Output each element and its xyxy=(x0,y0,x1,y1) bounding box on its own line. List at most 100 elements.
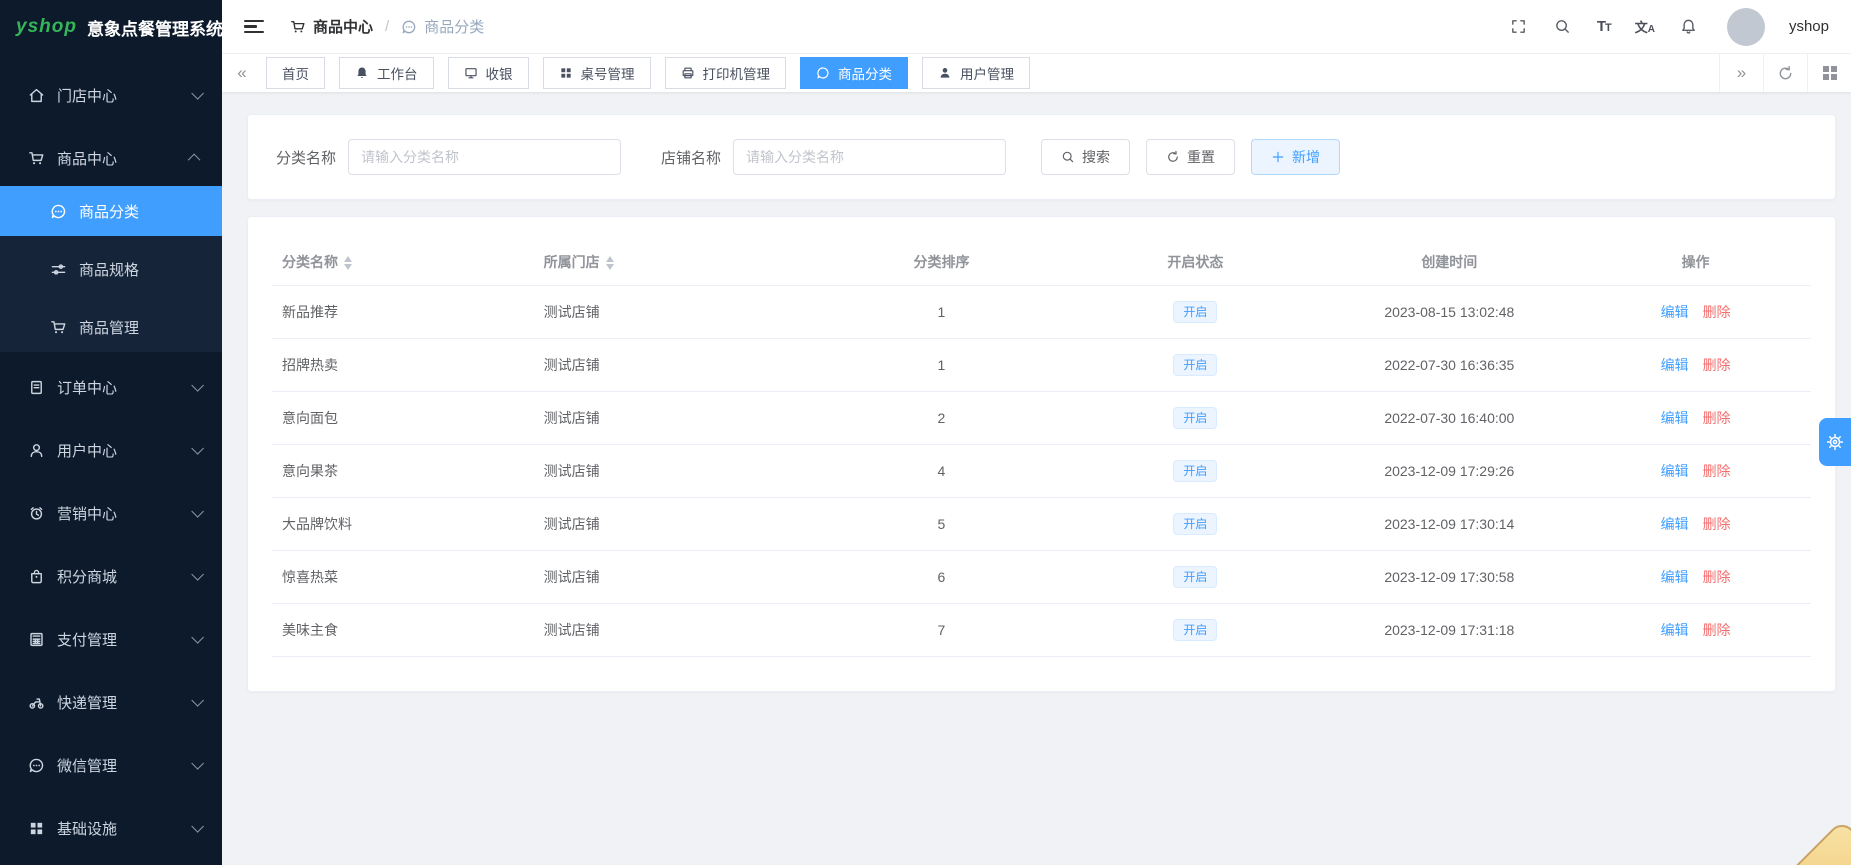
grid-icon xyxy=(28,820,45,837)
add-button[interactable]: 新增 xyxy=(1251,139,1340,175)
cell-created: 2023-12-09 17:30:14 xyxy=(1319,498,1581,551)
delete-link[interactable]: 删除 xyxy=(1703,463,1731,479)
tab-workbench[interactable]: 工作台 xyxy=(339,57,434,89)
tabs-scroll-right-icon[interactable]: » xyxy=(1719,54,1763,92)
chevron-down-icon xyxy=(191,631,204,644)
bell-icon[interactable] xyxy=(1679,17,1699,37)
tab-printer-manage[interactable]: 打印机管理 xyxy=(665,57,787,89)
sidebar-item-label: 商品管理 xyxy=(79,317,139,338)
sidebar-item-marketing-center[interactable]: 营销中心 xyxy=(0,485,222,541)
avatar[interactable] xyxy=(1727,8,1765,46)
edit-link[interactable]: 编辑 xyxy=(1661,622,1689,638)
calculator-icon xyxy=(28,631,45,648)
chat-icon xyxy=(816,66,830,80)
sidebar-item-user-center[interactable]: 用户中心 xyxy=(0,422,222,478)
delete-link[interactable]: 删除 xyxy=(1703,304,1731,320)
person-icon xyxy=(938,66,952,80)
shop-name-input[interactable] xyxy=(733,139,1006,175)
layout-grid-icon[interactable] xyxy=(1807,54,1851,92)
sidebar-item-product-spec[interactable]: 商品规格 xyxy=(0,244,222,294)
username[interactable]: yshop xyxy=(1789,18,1829,35)
search-icon xyxy=(1061,150,1075,164)
edit-link[interactable]: 编辑 xyxy=(1661,516,1689,532)
status-badge: 开启 xyxy=(1173,460,1217,482)
tab-user-manage[interactable]: 用户管理 xyxy=(922,57,1030,89)
main-content: 分类名称 店铺名称 搜索 重置 新增 分类名称 xyxy=(222,92,1851,865)
cell-store: 测试店铺 xyxy=(534,498,811,551)
sidebar-item-product-manage[interactable]: 商品管理 xyxy=(0,302,222,352)
sidebar-item-wechat-manage[interactable]: 微信管理 xyxy=(0,737,222,793)
delete-link[interactable]: 删除 xyxy=(1703,569,1731,585)
search-icon[interactable] xyxy=(1553,17,1573,37)
sidebar-item-store-center[interactable]: 门店中心 xyxy=(0,67,222,123)
delete-link[interactable]: 删除 xyxy=(1703,410,1731,426)
chevron-down-icon xyxy=(191,820,204,833)
yshop-logo: yshop xyxy=(16,16,77,38)
delete-link[interactable]: 删除 xyxy=(1703,516,1731,532)
reset-button[interactable]: 重置 xyxy=(1146,139,1235,175)
fullscreen-icon[interactable] xyxy=(1509,17,1529,37)
edit-link[interactable]: 编辑 xyxy=(1661,569,1689,585)
edit-link[interactable]: 编辑 xyxy=(1661,304,1689,320)
tab-home[interactable]: 首页 xyxy=(266,57,325,89)
delete-link[interactable]: 删除 xyxy=(1703,622,1731,638)
status-badge: 开启 xyxy=(1173,513,1217,535)
table-row: 意向果茶 测试店铺 4 开启 2023-12-09 17:29:26 编辑删除 xyxy=(272,445,1811,498)
category-name-input[interactable] xyxy=(348,139,621,175)
sidebar-item-label: 订单中心 xyxy=(57,377,117,398)
shop-name-label: 店铺名称 xyxy=(661,147,721,168)
table-row: 大品牌饮料 测试店铺 5 开启 2023-12-09 17:30:14 编辑删除 xyxy=(272,498,1811,551)
cell-sort: 7 xyxy=(811,604,1073,657)
col-actions: 操作 xyxy=(1580,241,1811,286)
category-table-panel: 分类名称 所属门店 分类排序 开启状态 创建时间 操作 新品推荐 测试店铺 1 … xyxy=(247,216,1836,692)
sidebar-item-order-center[interactable]: 订单中心 xyxy=(0,359,222,415)
edit-link[interactable]: 编辑 xyxy=(1661,357,1689,373)
sidebar-item-product-category[interactable]: 商品分类 xyxy=(0,186,222,236)
refresh-icon[interactable] xyxy=(1763,54,1807,92)
app-logo-row: yshop 意象点餐管理系统 xyxy=(0,0,222,54)
search-button[interactable]: 搜索 xyxy=(1041,139,1130,175)
translate-icon[interactable]: 文A xyxy=(1635,17,1655,36)
status-badge: 开启 xyxy=(1173,566,1217,588)
cell-category-name: 招牌热卖 xyxy=(272,339,534,392)
breadcrumb-parent[interactable]: 商品中心 xyxy=(290,16,373,37)
alarm-icon xyxy=(28,505,45,522)
tab-table-manage[interactable]: 桌号管理 xyxy=(543,57,651,89)
chevron-down-icon xyxy=(191,442,204,455)
cell-created: 2023-12-09 17:30:58 xyxy=(1319,551,1581,604)
edit-link[interactable]: 编辑 xyxy=(1661,410,1689,426)
tab-label: 桌号管理 xyxy=(581,63,635,83)
tab-cashier[interactable]: 收银 xyxy=(448,57,529,89)
sidebar-collapse-icon[interactable] xyxy=(244,20,264,34)
table-row: 招牌热卖 测试店铺 1 开启 2022-07-30 16:36:35 编辑删除 xyxy=(272,339,1811,392)
cell-created: 2023-12-09 17:31:18 xyxy=(1319,604,1581,657)
tabs-controls: » xyxy=(1719,54,1851,92)
settings-fab[interactable] xyxy=(1819,418,1851,466)
sidebar-item-payment-manage[interactable]: 支付管理 xyxy=(0,611,222,667)
breadcrumb: 商品中心 / 商品分类 xyxy=(290,16,484,37)
font-size-icon[interactable]: TT xyxy=(1597,18,1611,35)
col-status: 开启状态 xyxy=(1072,241,1318,286)
edit-link[interactable]: 编辑 xyxy=(1661,463,1689,479)
cell-store: 测试店铺 xyxy=(534,604,811,657)
sidebar-item-product-center[interactable]: 商品中心 xyxy=(0,130,222,186)
sidebar-item-delivery-manage[interactable]: 快递管理 xyxy=(0,674,222,730)
delete-link[interactable]: 删除 xyxy=(1703,357,1731,373)
open-tabs: 首页 工作台 收银 桌号管理 打印机管理 商品分类 用户管理 xyxy=(262,57,1030,89)
status-badge: 开启 xyxy=(1173,407,1217,429)
sidebar-item-points-mall[interactable]: 积分商城 xyxy=(0,548,222,604)
tab-product-category[interactable]: 商品分类 xyxy=(800,57,908,89)
sort-icons[interactable] xyxy=(606,256,614,270)
sidebar-submenu-product: 商品分类 商品规格 商品管理 xyxy=(0,186,222,352)
sidebar-item-label: 用户中心 xyxy=(57,440,117,461)
table-row: 惊喜热菜 测试店铺 6 开启 2023-12-09 17:30:58 编辑删除 xyxy=(272,551,1811,604)
wechat-icon xyxy=(28,757,45,774)
table-row: 意向面包 测试店铺 2 开启 2022-07-30 16:40:00 编辑删除 xyxy=(272,392,1811,445)
printer-icon xyxy=(681,66,695,80)
cell-sort: 5 xyxy=(811,498,1073,551)
cell-sort: 2 xyxy=(811,392,1073,445)
sort-icons[interactable] xyxy=(344,256,352,270)
sidebar-item-label: 支付管理 xyxy=(57,629,117,650)
tabs-scroll-left-icon[interactable]: « xyxy=(222,54,262,92)
sidebar-item-infrastructure[interactable]: 基础设施 xyxy=(0,800,222,856)
